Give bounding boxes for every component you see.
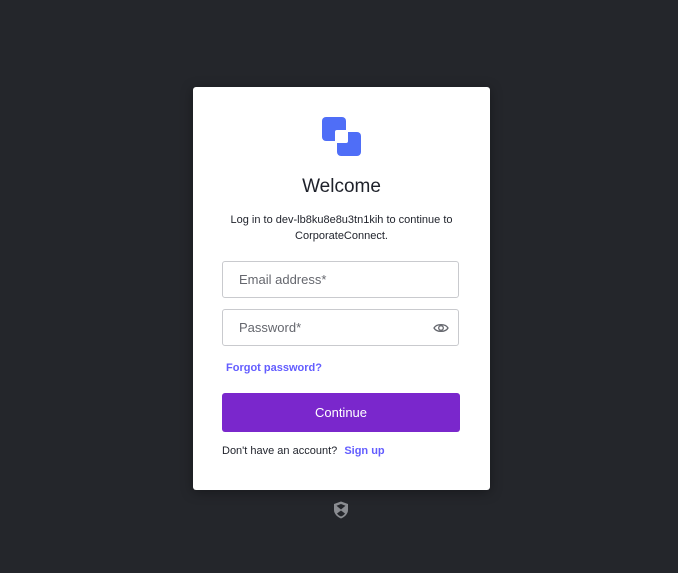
signup-link[interactable]: Sign up — [344, 445, 384, 457]
app-logo-icon — [322, 117, 361, 156]
password-field-container — [222, 309, 459, 346]
signup-prompt: Don't have an account? — [222, 445, 338, 457]
email-field-container — [222, 261, 459, 298]
forgot-password-link[interactable]: Forgot password? — [226, 362, 322, 374]
eye-icon[interactable] — [433, 321, 449, 335]
email-field[interactable] — [223, 262, 458, 297]
login-card: Welcome Log in to dev-lb8ku8e8u3tn1kih t… — [193, 87, 490, 490]
password-field[interactable] — [223, 310, 458, 345]
page-title: Welcome — [302, 176, 381, 197]
continue-button[interactable]: Continue — [222, 393, 460, 432]
shield-icon — [334, 501, 348, 519]
signup-row: Don't have an account? Sign up — [222, 445, 385, 457]
login-page: Welcome Log in to dev-lb8ku8e8u3tn1kih t… — [0, 0, 678, 573]
login-subtitle: Log in to dev-lb8ku8e8u3tn1kih to contin… — [230, 214, 453, 242]
